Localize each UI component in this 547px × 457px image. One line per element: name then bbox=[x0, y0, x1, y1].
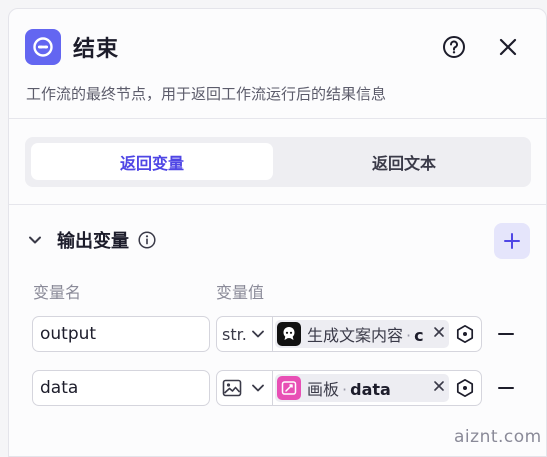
reference-node-name: 画板 bbox=[307, 380, 340, 399]
chevron-down-icon[interactable] bbox=[25, 230, 45, 250]
end-node-panel: 结束 工作流的最终节点，用于返回工作流运行后的结果信息 返回变量 返回文本 输出… bbox=[8, 8, 547, 457]
type-select[interactable] bbox=[217, 371, 273, 405]
type-select[interactable]: str. bbox=[217, 317, 273, 351]
add-variable-button[interactable] bbox=[494, 223, 530, 259]
info-icon[interactable] bbox=[137, 230, 157, 250]
reference-label: 画板 · data bbox=[307, 376, 391, 400]
node-description: 工作流的最终节点，用于返回工作流运行后的结果信息 bbox=[26, 85, 387, 103]
chevron-down-icon bbox=[252, 330, 264, 338]
variable-row: output str. 生成文案内容 · c bbox=[9, 316, 546, 352]
tab-return-text[interactable]: 返回文本 bbox=[283, 143, 525, 180]
minus-icon bbox=[498, 333, 514, 335]
minus-icon bbox=[498, 387, 514, 389]
variable-row: data 画板 · data bbox=[9, 370, 546, 406]
reference-separator: · bbox=[406, 326, 412, 345]
variable-reference-tag[interactable]: 生成文案内容 · c bbox=[275, 320, 449, 348]
watermark: aiznt.com bbox=[454, 427, 542, 447]
variable-name-input[interactable]: output bbox=[32, 316, 210, 352]
section-divider bbox=[9, 204, 546, 205]
variable-reference-tag[interactable]: 画板 · data bbox=[275, 374, 449, 402]
remove-variable-button[interactable] bbox=[496, 325, 516, 343]
variable-name-input[interactable]: data bbox=[32, 370, 210, 406]
page-title: 结束 bbox=[73, 37, 120, 62]
close-icon[interactable] bbox=[493, 32, 523, 62]
variable-value-field: 画板 · data bbox=[216, 370, 482, 406]
panel-header: 结束 工作流的最终节点，用于返回工作流运行后的结果信息 bbox=[9, 9, 546, 119]
section-title: 输出变量 bbox=[57, 231, 129, 252]
remove-variable-button[interactable] bbox=[496, 379, 516, 397]
question-circle-icon[interactable] bbox=[439, 32, 469, 62]
chevron-down-icon bbox=[252, 384, 264, 392]
output-section-header: 输出变量 bbox=[25, 227, 157, 253]
node-select-icon[interactable] bbox=[455, 324, 475, 344]
tab-return-variables[interactable]: 返回变量 bbox=[31, 143, 273, 180]
return-mode-tabs: 返回变量 返回文本 bbox=[25, 137, 531, 187]
canvas-icon bbox=[277, 376, 301, 400]
column-header-name: 变量名 bbox=[33, 283, 82, 302]
chat-bot-icon bbox=[277, 322, 301, 346]
reference-variable-name: c bbox=[414, 326, 424, 345]
reference-separator: · bbox=[342, 380, 348, 399]
image-icon bbox=[222, 379, 242, 397]
type-label: str. bbox=[222, 324, 247, 344]
close-icon[interactable] bbox=[432, 325, 446, 339]
node-select-icon[interactable] bbox=[455, 378, 475, 398]
reference-variable-name: data bbox=[350, 380, 391, 399]
plus-icon bbox=[504, 233, 520, 249]
variable-value-field: str. 生成文案内容 · c bbox=[216, 316, 482, 352]
reference-label: 生成文案内容 · c bbox=[307, 322, 424, 346]
column-header-value: 变量值 bbox=[216, 283, 265, 302]
close-icon[interactable] bbox=[432, 379, 446, 393]
reference-node-name: 生成文案内容 bbox=[307, 326, 404, 345]
exit-icon bbox=[25, 29, 61, 65]
